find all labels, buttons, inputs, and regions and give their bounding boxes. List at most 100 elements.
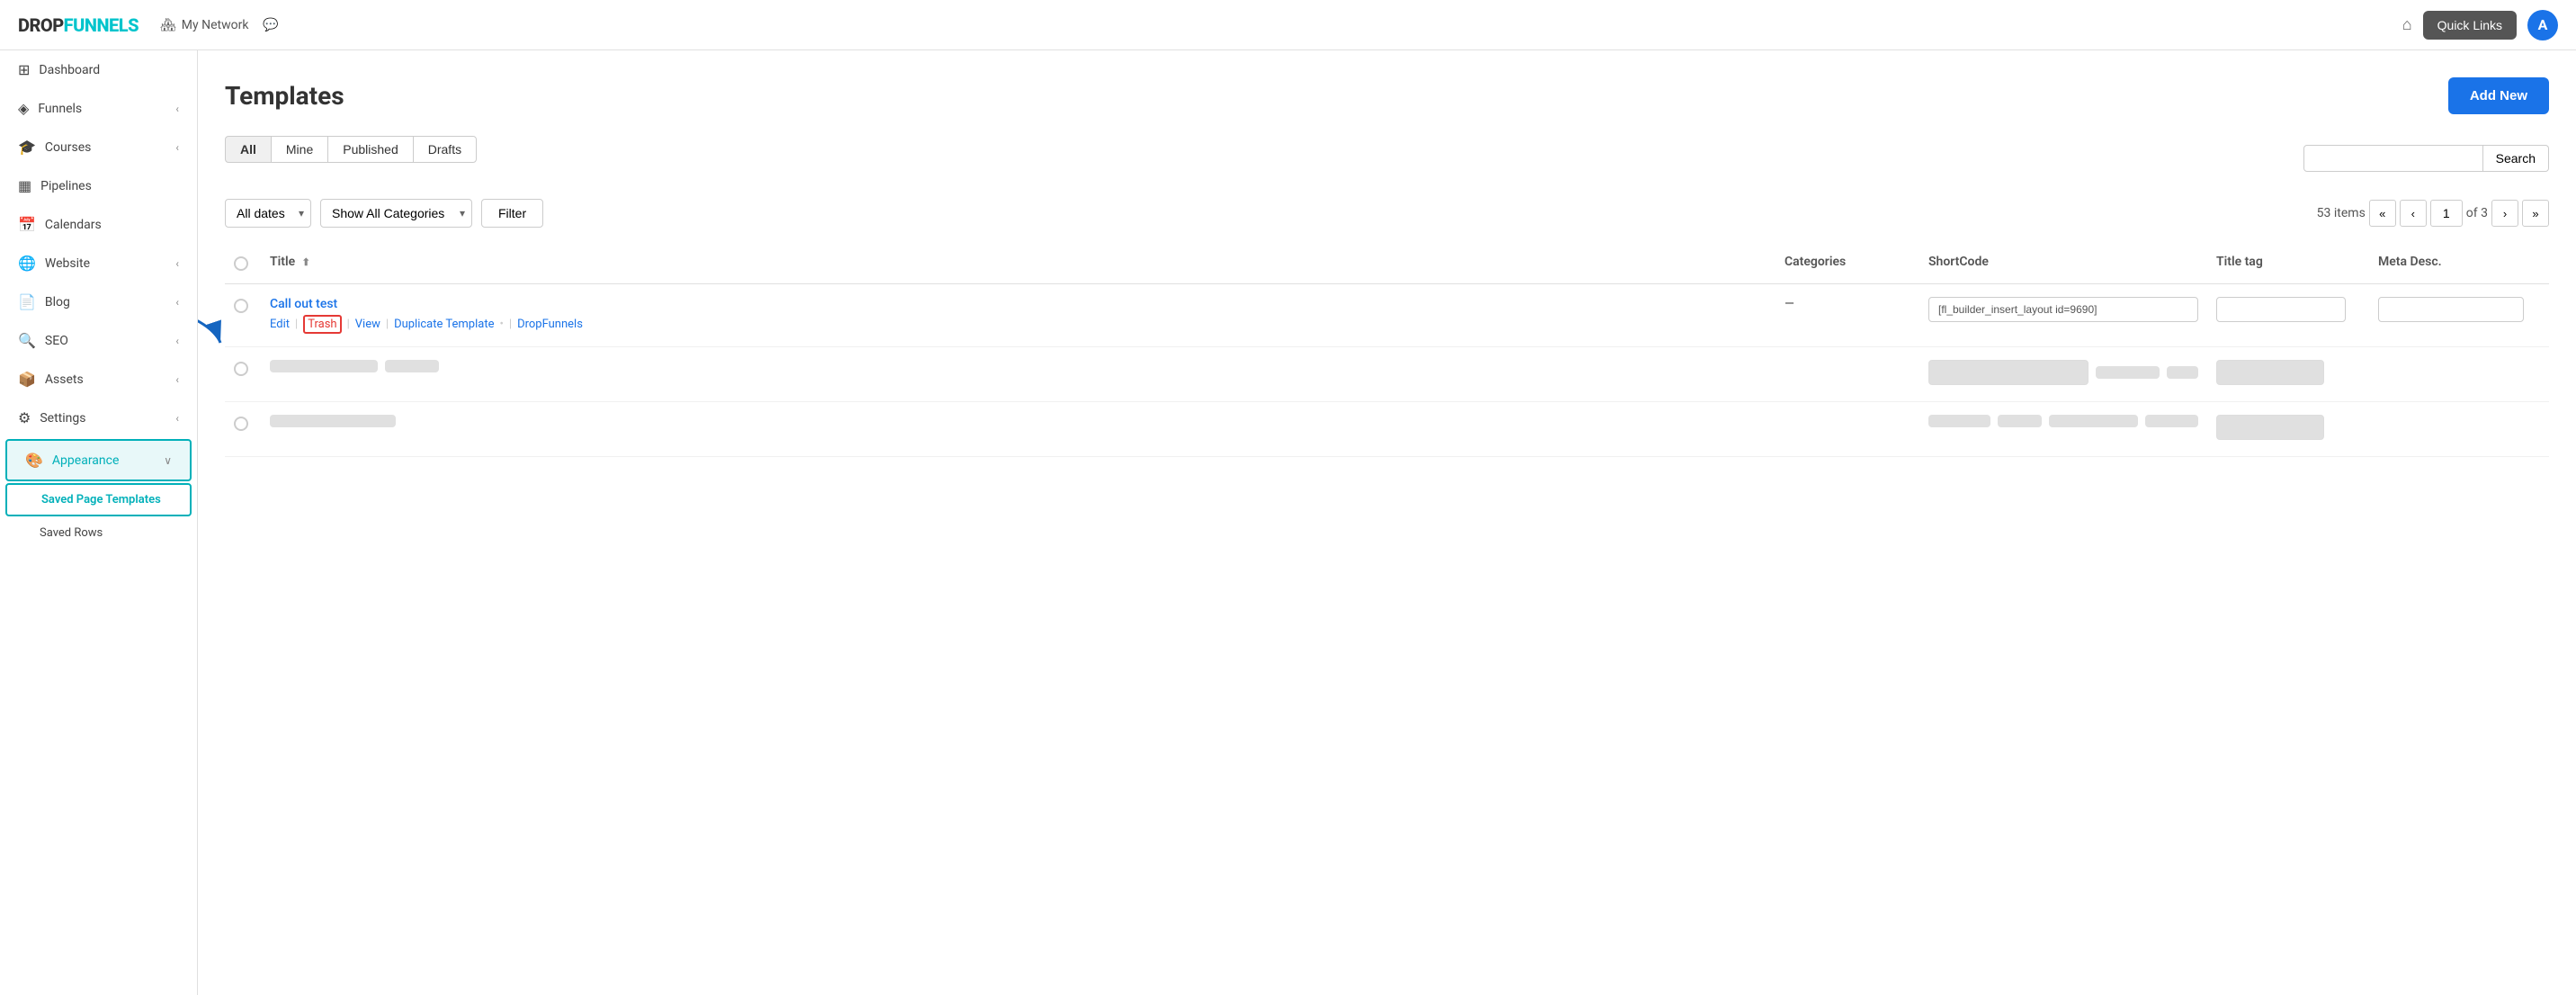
row-titletag-col [2207,415,2369,444]
row-title-col: Call out test Edit | Trash | View | Dupl… [261,297,1775,334]
row-checkbox [225,297,261,317]
top-nav: DROP FUNNELS 🏘 My Network 💬 ⌂ Quick Link… [0,0,2576,50]
sidebar-sub-item-saved-rows[interactable]: Saved Rows [0,518,197,548]
sidebar-item-label: Website [45,256,90,271]
logo-drop: DROP [18,14,64,36]
home-icon[interactable]: ⌂ [2402,15,2412,34]
sidebar-item-label: Funnels [38,102,82,116]
titletag-input[interactable] [2216,297,2346,322]
avatar[interactable]: A [2527,10,2558,40]
dashboard-icon: ⊞ [18,61,30,78]
col-metadesc: Meta Desc. [2369,255,2549,274]
blurred-titletag [2216,415,2324,440]
page-number-input[interactable] [2430,200,2463,227]
sidebar-sub-item-saved-page-templates[interactable]: Saved Page Templates [5,483,192,516]
row-checkbox [225,415,261,435]
shortcode-input[interactable] [1928,297,2198,322]
search-input[interactable] [2303,145,2483,172]
row-select-checkbox[interactable] [234,417,248,431]
select-all-checkbox[interactable] [234,256,248,271]
row-title-col [261,360,1775,380]
col-categories-label: Categories [1784,255,1846,269]
row-title-link[interactable]: Call out test [270,297,1767,311]
search-area: Search [2303,145,2549,172]
blurred-extra [2096,366,2160,379]
blurred-shortcode [1928,360,2089,385]
search-button[interactable]: Search [2483,145,2549,172]
col-shortcode-label: ShortCode [1928,255,1989,269]
row-metadesc-col [2369,297,2549,322]
col-titletag: Title tag [2207,255,2369,274]
filter-button[interactable]: Filter [481,199,543,228]
table-row [225,347,2549,402]
blurred-titletag [2216,360,2324,385]
settings-icon: ⚙ [18,409,31,426]
row-shortcode-col [1919,360,2207,385]
sidebar-item-calendars[interactable]: 📅 Calendars [0,205,197,244]
col-metadesc-label: Meta Desc. [2378,255,2442,269]
tab-drafts[interactable]: Drafts [413,136,477,163]
sidebar-item-label: Blog [45,295,70,309]
dates-select-wrapper: All dates [225,199,311,228]
message-icon: 💬 [263,18,278,32]
blurred-extra [1928,415,1990,427]
next-page-button[interactable]: › [2491,200,2518,227]
row-select-checkbox[interactable] [234,299,248,313]
categories-select[interactable]: Show All Categories [320,199,472,228]
last-page-button[interactable]: » [2522,200,2549,227]
sidebar-item-dashboard[interactable]: ⊞ Dashboard [0,50,197,89]
my-network-label: My Network [182,18,249,32]
sub-item-label: Saved Rows [40,526,103,540]
items-count: 53 items [2317,206,2366,220]
my-network-nav[interactable]: 🏘 My Network [160,18,248,32]
dates-select[interactable]: All dates [225,199,311,228]
view-action[interactable]: View [355,318,380,331]
chevron-icon: ‹ [175,257,179,270]
chevron-icon: ‹ [175,373,179,386]
blurred-title-extra [385,360,439,372]
sidebar-item-label: Settings [40,411,85,426]
sidebar-item-funnels[interactable]: ◈ Funnels ‹ [0,89,197,128]
first-page-button[interactable]: « [2369,200,2396,227]
prev-page-button[interactable]: ‹ [2400,200,2427,227]
sidebar-item-assets[interactable]: 📦 Assets ‹ [0,360,197,399]
add-new-button[interactable]: Add New [2448,77,2549,114]
sidebar-item-courses[interactable]: 🎓 Courses ‹ [0,128,197,166]
sidebar-item-label: Dashboard [39,63,100,77]
sidebar-item-label: Appearance [52,453,119,468]
tab-published[interactable]: Published [327,136,414,163]
sidebar-item-pipelines[interactable]: ▦ Pipelines [0,166,197,205]
duplicate-template-action[interactable]: Duplicate Template [394,318,494,331]
row-select-checkbox[interactable] [234,362,248,376]
sidebar-item-website[interactable]: 🌐 Website ‹ [0,244,197,282]
assets-icon: 📦 [18,371,36,388]
dropfunnels-action[interactable]: DropFunnels [517,318,583,331]
metadesc-input[interactable] [2378,297,2524,322]
quick-links-button[interactable]: Quick Links [2423,11,2517,40]
trash-action[interactable]: Trash [303,315,341,334]
tab-all[interactable]: All [225,136,272,163]
sidebar-item-appearance[interactable]: 🎨 Appearance ∨ [5,439,192,481]
messages-nav[interactable]: 💬 [263,18,278,32]
blurred-title [270,415,396,427]
tab-mine[interactable]: Mine [271,136,328,163]
pipelines-icon: ▦ [18,177,31,194]
calendars-icon: 📅 [18,216,36,233]
sidebar-item-blog[interactable]: 📄 Blog ‹ [0,282,197,321]
sort-icon[interactable]: ⬆ [302,256,310,268]
table-header: Title ⬆ Categories ShortCode Title tag M… [225,246,2549,284]
sidebar-item-label: Courses [45,140,91,155]
sidebar-item-seo[interactable]: 🔍 SEO ‹ [0,321,197,360]
chevron-down-icon: ∨ [164,454,172,467]
edit-action[interactable]: Edit [270,318,290,331]
sidebar-item-settings[interactable]: ⚙ Settings ‹ [0,399,197,437]
sidebar-item-label: Pipelines [40,179,92,193]
pagination: 53 items « ‹ of 3 › » [2317,200,2549,227]
sub-item-label: Saved Page Templates [41,493,161,506]
sidebar: ⊞ Dashboard ◈ Funnels ‹ 🎓 Courses ‹ ▦ Pi… [0,50,198,995]
funnels-icon: ◈ [18,100,29,117]
row-title-col [261,415,1775,435]
logo[interactable]: DROP FUNNELS [18,14,139,36]
blurred-title [270,360,378,372]
row-titletag-col [2207,297,2369,322]
